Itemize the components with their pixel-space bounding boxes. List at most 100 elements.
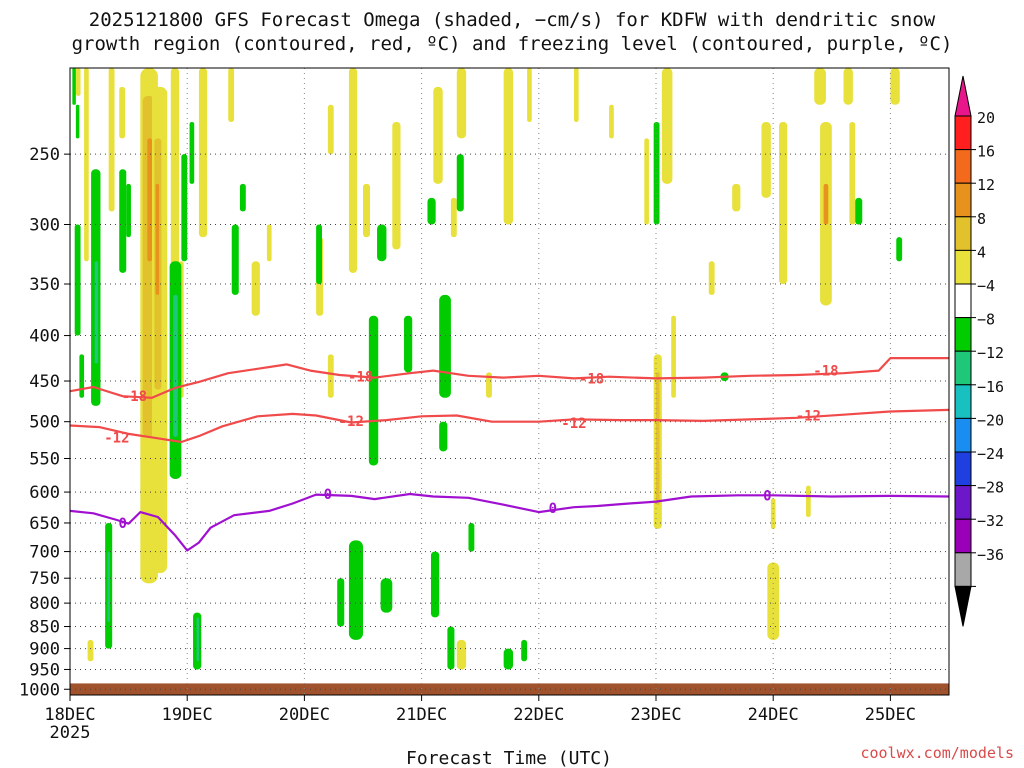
colorbar-label: −36 — [977, 546, 1004, 564]
omega-shade-cell — [843, 68, 853, 105]
contour-label: -12 — [339, 414, 364, 430]
omega-shade-cell — [348, 68, 358, 273]
omega-shade-cell — [527, 68, 532, 122]
omega-shade-cell — [173, 294, 178, 437]
omega-shade-cell — [392, 121, 401, 250]
omega-shade-cell — [119, 169, 127, 273]
omega-shade-cell — [503, 648, 514, 670]
omega-shade-cell — [656, 372, 660, 505]
omega-shade-cell — [266, 224, 272, 262]
omega-shade-cell — [108, 68, 115, 212]
y-tick-label: 400 — [29, 327, 60, 347]
colorbar-swatch — [954, 216, 972, 251]
x-axis-ticks: 18DEC 19DEC 20DEC 21DEC 22DEC 23DEC 24DEC 25DEC… — [44, 695, 916, 743]
colorbar-swatch — [954, 149, 972, 184]
omega-shade-cell — [87, 639, 94, 662]
contour-lines: -18 -18 -18 -18 -12 -12 -12 -12 0 0 0 0 — [70, 357, 949, 552]
colorbar-label: −24 — [977, 445, 1004, 463]
colorbar-label: 20 — [977, 109, 995, 127]
omega-shade-cell — [430, 551, 440, 618]
omega-shade-cell — [327, 354, 334, 398]
colorbar-top-arrow — [954, 75, 972, 117]
colorbar-label: −16 — [977, 378, 1004, 396]
colorbar-label: −8 — [977, 311, 995, 329]
colorbar-label: 12 — [977, 176, 995, 194]
omega-shade-cell — [239, 183, 246, 212]
omega-shade-cell — [170, 68, 179, 295]
omega-shade-cell — [189, 121, 195, 184]
omega-shade-cell — [661, 68, 673, 184]
colorbar-swatch — [954, 552, 972, 587]
omega-shade-cell — [74, 224, 81, 336]
x-tick-label: 18DEC — [44, 705, 95, 725]
omega-shade-cell — [732, 183, 741, 212]
colorbar-swatch — [954, 384, 972, 419]
x-tick-label: 24DEC — [748, 705, 799, 725]
omega-shade-cell — [228, 68, 235, 122]
x-tick-label: 22DEC — [513, 705, 564, 725]
omega-shade-cell — [380, 578, 393, 613]
x-axis-title: Forecast Time (UTC) — [406, 748, 612, 768]
omega-shade-cell — [196, 617, 199, 662]
omega-shade-cell — [181, 154, 188, 262]
omega-shade-cell — [609, 104, 614, 139]
contour-label: -18 — [579, 371, 604, 387]
omega-shade-cell — [433, 86, 443, 184]
omega-shade-cell — [75, 104, 80, 139]
omega-shade-cell — [653, 121, 660, 225]
omega-shade-cell — [806, 485, 811, 517]
colorbar-swatch — [954, 417, 972, 453]
y-tick-label: 350 — [29, 275, 60, 295]
omega-shade-cell — [107, 551, 110, 622]
omega-shade-cell — [75, 68, 81, 96]
omega-shade-cell — [79, 354, 85, 398]
colorbar-swatch — [954, 249, 972, 285]
colorbar-swatch — [954, 182, 972, 218]
x-tick-label: 19DEC — [162, 705, 213, 725]
terrain-band — [70, 683, 949, 695]
contour-label: 0 — [324, 487, 332, 503]
y-tick-label: 250 — [29, 145, 60, 165]
y-tick-label: 850 — [29, 618, 60, 638]
colorbar-label: 16 — [977, 143, 995, 161]
colorbar-swatch — [954, 485, 972, 520]
omega-shade-cell — [119, 86, 126, 139]
omega-cross-section-chart: -18 -18 -18 -18 -12 -12 -12 -12 0 0 0 0 250 300 350 40… — [19, 67, 1004, 768]
y-tick-label: 750 — [29, 569, 60, 589]
omega-shade-cell — [456, 68, 467, 139]
colorbar-label: 4 — [977, 243, 986, 261]
contour-label: -12 — [796, 408, 821, 424]
omega-shade-cell — [849, 121, 856, 225]
omega-shade-cell — [72, 68, 76, 105]
x-tick-label: 23DEC — [630, 705, 681, 725]
omega-shade-cell — [251, 261, 260, 316]
omega-shade-cell — [447, 626, 455, 670]
omega-shade-cell — [94, 261, 99, 364]
source-credit: coolwx.com/models — [860, 744, 1014, 762]
y-tick-label: 500 — [29, 413, 60, 433]
omega-shade-cell — [427, 197, 436, 225]
contour-label: -18 — [122, 389, 147, 405]
colorbar-label: −20 — [977, 411, 1004, 429]
contour-label: -18 — [813, 364, 838, 380]
colorbar-swatch — [954, 115, 972, 151]
colorbar-label: −28 — [977, 479, 1004, 497]
y-tick-label: 700 — [29, 543, 60, 563]
y-tick-label: 900 — [29, 640, 60, 660]
y-tick-label: 450 — [29, 372, 60, 392]
omega-shade-cell — [573, 68, 579, 122]
colorbar-swatch — [954, 317, 972, 352]
omega-shade-cell — [126, 183, 131, 238]
omega-shade-cell — [316, 224, 322, 285]
y-tick-label: 600 — [29, 483, 60, 503]
x-tick-sublabel: 2025 — [50, 723, 91, 743]
omega-shade-cell — [337, 578, 345, 627]
omega-shade-cell — [814, 68, 826, 105]
omega-shade-cell — [456, 639, 467, 670]
colorbar-swatch — [954, 350, 972, 386]
omega-shade-cell — [404, 315, 413, 373]
omega-shade-cell — [708, 261, 715, 295]
omega-shade-cell — [890, 68, 900, 105]
y-axis-ticks: 2503003504004505005506006507007508008509… — [19, 145, 70, 700]
y-tick-label: 950 — [29, 660, 60, 680]
